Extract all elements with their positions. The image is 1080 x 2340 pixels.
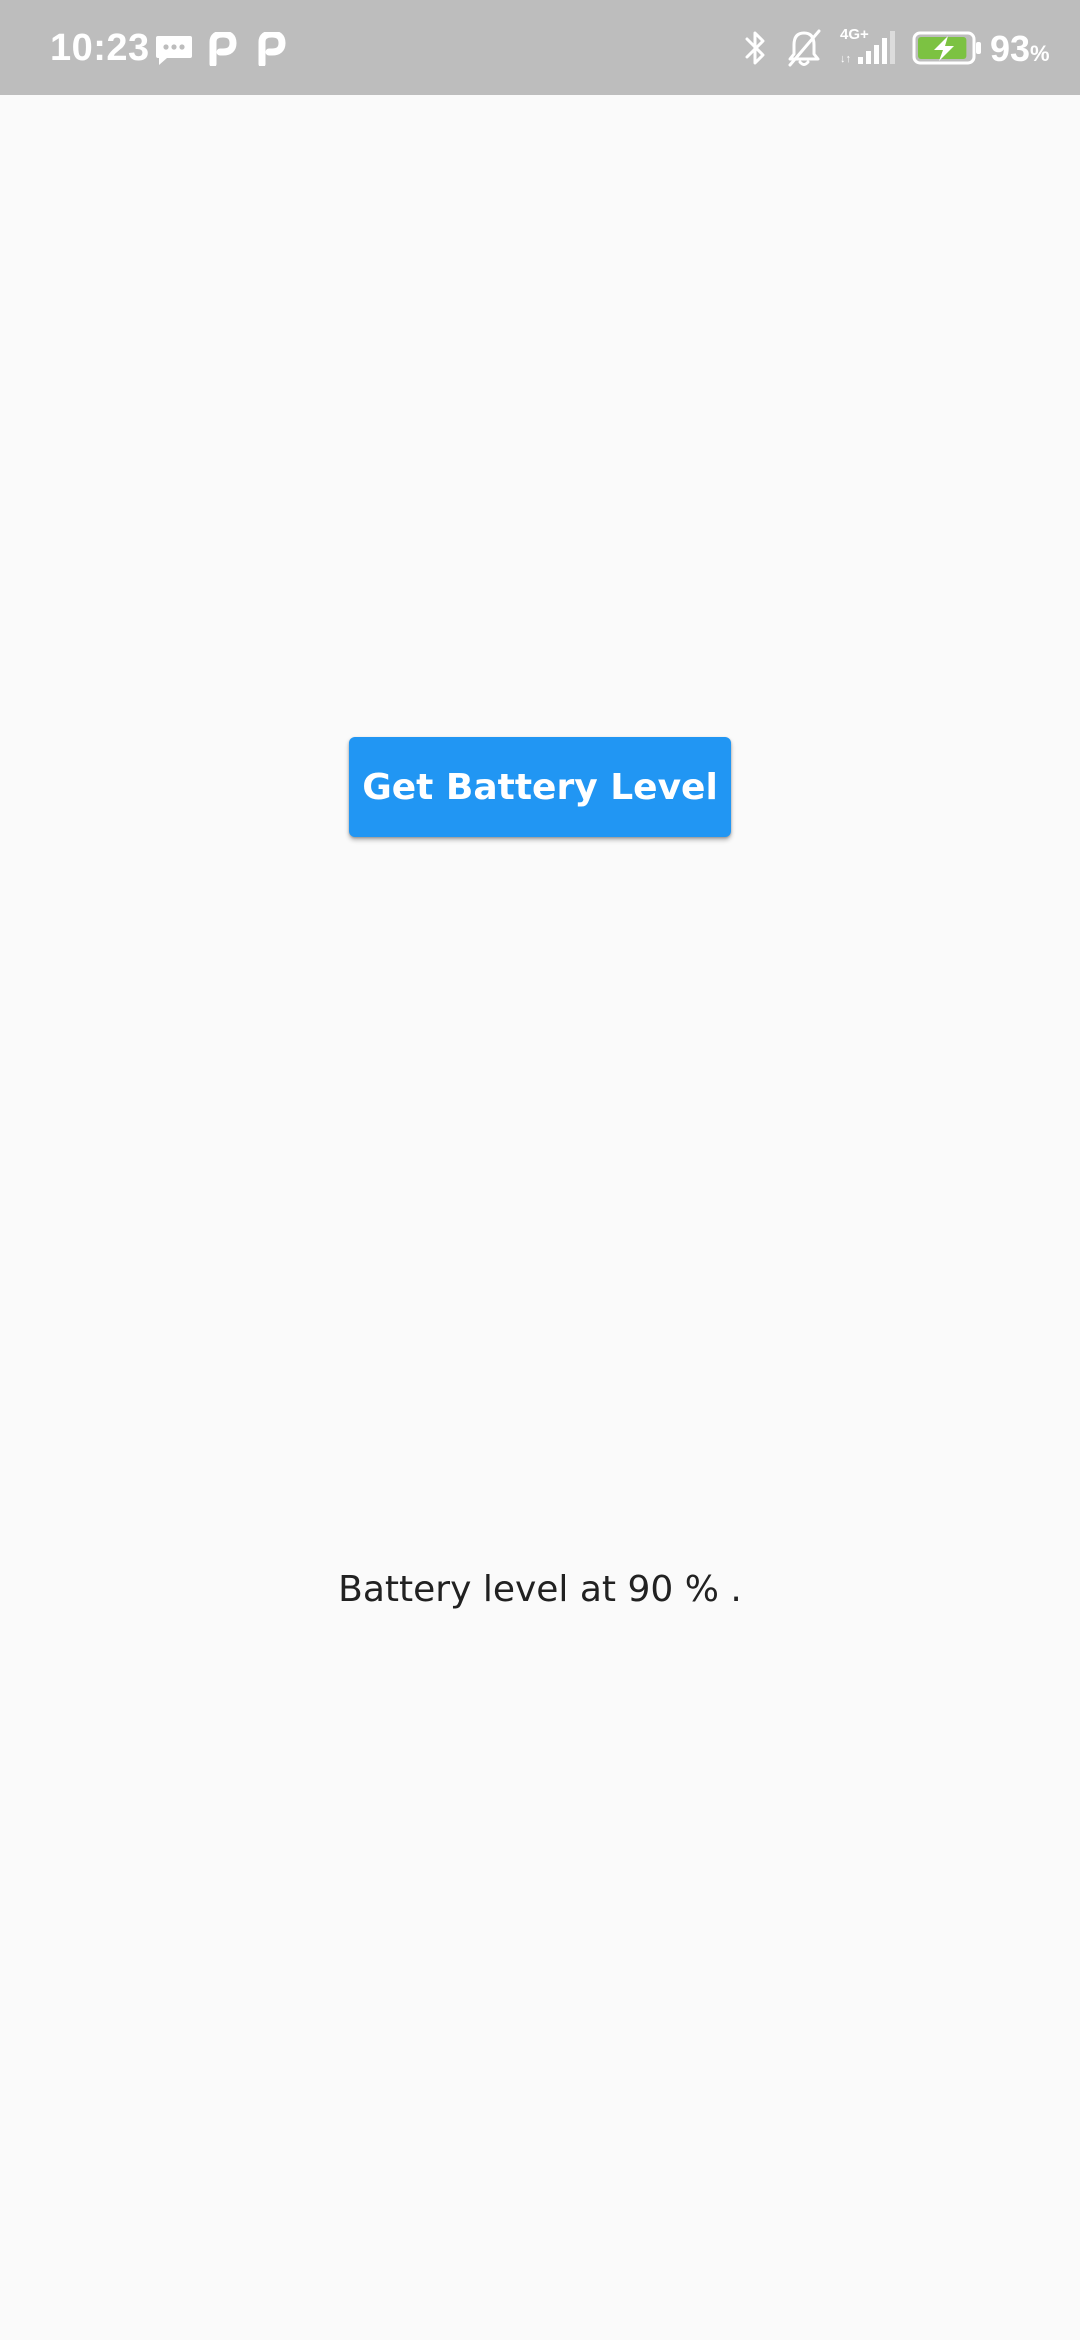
battery-charging-icon xyxy=(912,31,981,65)
bluetooth-icon xyxy=(745,31,765,65)
get-battery-level-button[interactable]: Get Battery Level xyxy=(349,737,731,837)
battery-level-text: Battery level at 90 % . xyxy=(338,1569,742,1610)
bell-off-icon xyxy=(788,29,821,67)
signal-4g-icon: 4G+ ↓↑ xyxy=(838,26,900,66)
app-body: Get Battery Level Battery level at 90 % … xyxy=(0,95,1080,2340)
status-time: 10:23 xyxy=(50,27,150,69)
battery-percent-sign: % xyxy=(1030,41,1050,66)
battery-percent: 93% xyxy=(990,28,1050,75)
p-app-icon xyxy=(209,32,237,66)
message-icon xyxy=(156,36,192,65)
svg-text:↓↑: ↓↑ xyxy=(840,53,851,65)
status-bar: 10:23 4G+ ↓↑ 93% xyxy=(0,0,1080,95)
p-app-icon xyxy=(258,32,286,66)
battery-percent-value: 93 xyxy=(990,28,1031,69)
